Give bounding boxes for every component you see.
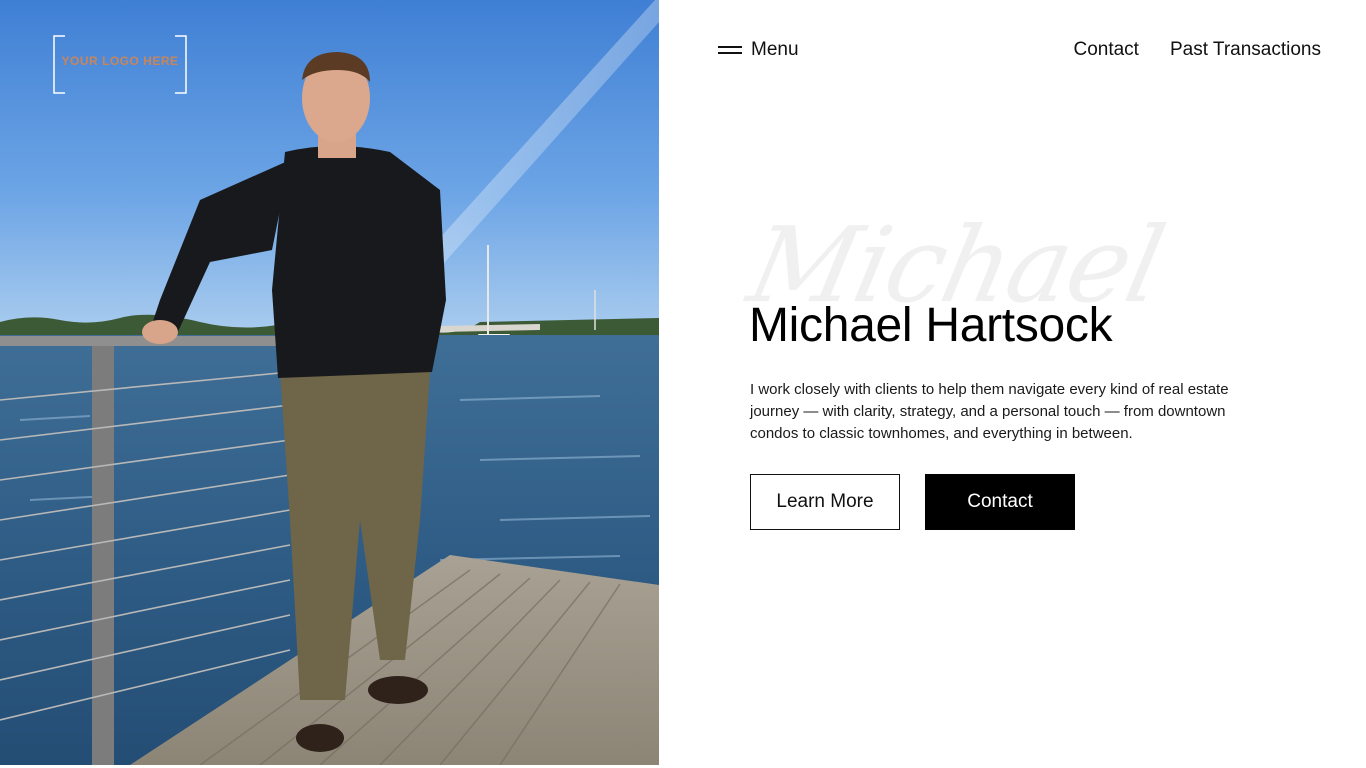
hero-photo xyxy=(0,0,659,765)
contact-button[interactable]: Contact xyxy=(925,474,1075,530)
nav-link-past-transactions[interactable]: Past Transactions xyxy=(1170,39,1321,61)
hamburger-icon xyxy=(718,45,742,55)
page: YOUR LOGO HERE Menu Contact Past Transac… xyxy=(0,0,1366,768)
hero-description: I work closely with clients to help them… xyxy=(750,381,1229,442)
learn-more-button[interactable]: Learn More xyxy=(750,474,900,530)
page-title: Michael Hartsock xyxy=(749,299,1113,352)
logo-text: YOUR LOGO HERE xyxy=(61,54,179,68)
top-nav: Contact Past Transactions xyxy=(1073,36,1321,64)
nav-link-contact[interactable]: Contact xyxy=(1073,39,1138,61)
menu-label: Menu xyxy=(751,39,799,60)
menu-button[interactable]: Menu xyxy=(718,36,799,64)
logo[interactable]: YOUR LOGO HERE xyxy=(53,35,187,94)
